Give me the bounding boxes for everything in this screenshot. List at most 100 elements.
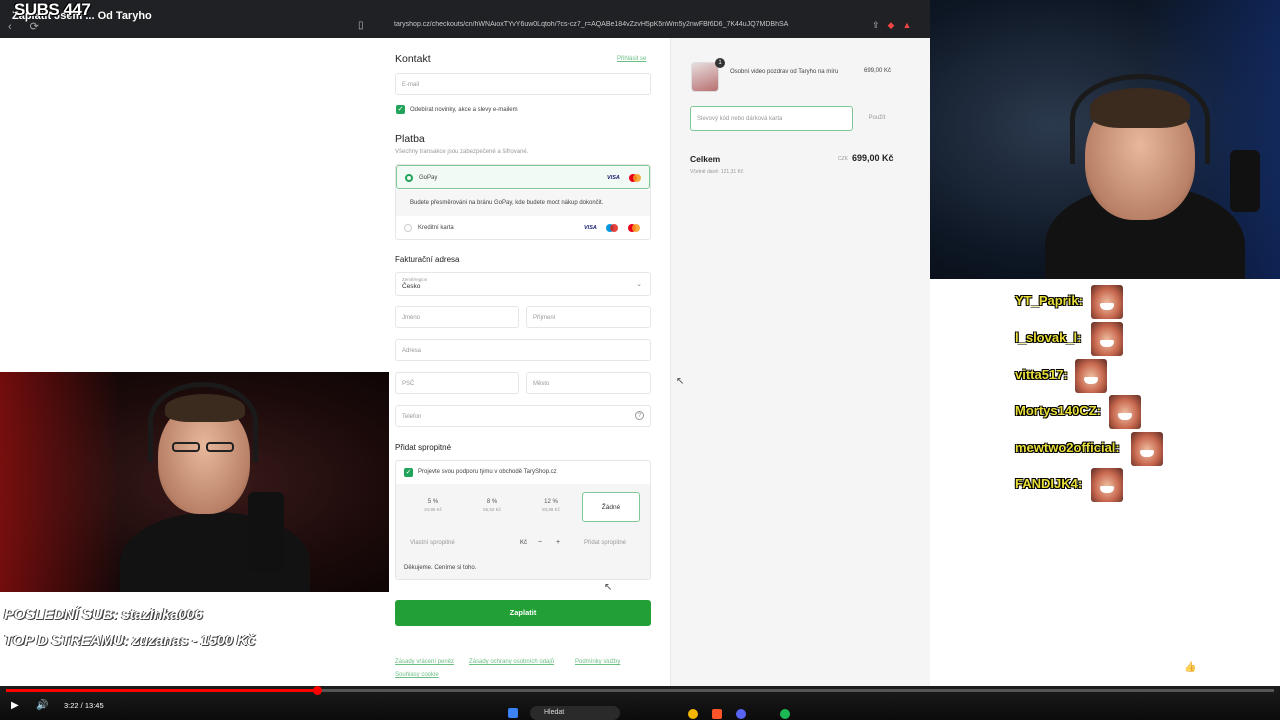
last-sub-text: POSLEDNÍ SUB: stazinka006 — [4, 606, 203, 623]
emote-icon — [1091, 468, 1123, 502]
brave-rewards-icon[interactable]: ▲ — [902, 20, 911, 30]
newsletter-checkbox[interactable]: ✓ — [396, 105, 405, 114]
play-icon[interactable]: ▶ — [11, 700, 19, 711]
emote-icon — [1075, 359, 1107, 393]
volume-icon[interactable]: 🔊 — [36, 700, 48, 711]
microphone-icon — [248, 492, 284, 572]
chat-username: l_slovak_l: — [1015, 330, 1082, 345]
tip-pct: 5 % — [427, 499, 439, 505]
product-thumbnail — [691, 62, 719, 92]
back-icon[interactable]: ‹ — [8, 21, 12, 33]
address-field[interactable]: Adresa — [395, 339, 651, 361]
bookmark-icon[interactable]: ▯ — [358, 20, 364, 31]
tip-heading: Přidat spropitné — [395, 443, 452, 452]
maestro-icon — [606, 224, 618, 232]
apply-button[interactable]: Použít — [857, 106, 897, 131]
cookie-link[interactable]: Souhlasy cookie — [395, 672, 439, 678]
like-icon[interactable]: 👍 — [1184, 662, 1206, 673]
payment-heading: Platba — [395, 133, 425, 145]
contact-heading: Kontakt — [395, 53, 431, 65]
item-price: 699,00 Kč — [864, 68, 892, 74]
country-select[interactable]: Země/region Česko ⌄ — [395, 272, 651, 296]
tip-thanks: Děkujeme. Ceníme si toho. — [404, 565, 477, 571]
pay-button[interactable]: Zaplatit — [395, 600, 651, 626]
gopay-radio[interactable] — [405, 174, 413, 182]
tip-checkbox[interactable]: ✓ — [404, 468, 413, 477]
tip-option-5[interactable]: 5 % 34,95 Kč — [404, 492, 462, 522]
tip-pct: 12 % — [544, 499, 558, 505]
emote-icon — [1091, 285, 1123, 319]
payment-subtitle: Všechny transakce jsou zabezpečené a šif… — [395, 149, 529, 155]
reload-icon[interactable]: ⟳ — [30, 21, 39, 33]
login-link[interactable]: Přihlásit se — [617, 56, 646, 62]
help-icon[interactable]: ? — [635, 411, 644, 420]
mastercard-icon — [629, 174, 641, 182]
currency-label: Kč — [520, 540, 528, 546]
refund-policy-link[interactable]: Zásady vrácení peněz — [395, 659, 454, 665]
card-label: Kreditní karta — [418, 225, 454, 231]
microphone-icon — [1230, 150, 1260, 212]
mastercard-icon — [628, 224, 640, 232]
tip-support-row[interactable]: ✓ Projevte svou podporu týmu v obchodě T… — [396, 461, 650, 483]
headset-icon — [1070, 74, 1210, 164]
progress-fill — [6, 689, 317, 692]
browser-actions: ⇪ ◆ ▲ — [872, 20, 919, 31]
chat-username: Mortys140CZ: — [1015, 403, 1101, 418]
billing-heading: Fakturační adresa — [395, 255, 460, 264]
chat-username: mewtwo2official: — [1015, 440, 1120, 455]
custom-tip-input[interactable]: Vlastní spropitné Kč − + — [404, 532, 562, 552]
emote-icon — [1091, 322, 1123, 356]
gopay-option[interactable]: GoPay VISA — [396, 165, 650, 189]
visa-icon: VISA — [584, 225, 597, 231]
discount-input[interactable]: Slevový kód nebo dárková karta — [690, 106, 853, 131]
progress-scrubber[interactable] — [313, 686, 322, 695]
add-tip-button[interactable]: Přidat spropitné — [584, 540, 626, 546]
tip-amount: 83,88 Kč — [542, 507, 560, 512]
tip-option-12[interactable]: 12 % 83,88 Kč — [522, 492, 580, 522]
share-icon[interactable]: ⇪ — [872, 20, 880, 30]
brave-icon[interactable] — [712, 709, 722, 719]
privacy-policy-link[interactable]: Zásady ochrany osobních údajů — [469, 659, 554, 665]
custom-tip-placeholder: Vlastní spropitné — [410, 540, 455, 546]
discord-icon[interactable] — [736, 709, 746, 719]
mouse-cursor: ↖ — [604, 582, 613, 593]
email-field[interactable]: E-mail — [395, 73, 651, 95]
windows-start-icon[interactable] — [508, 708, 518, 718]
gopay-info: Budete přesměrováni na bránu GoPay, kde … — [396, 190, 650, 216]
address-text: taryshop.cz/checkouts/cn/hWNAioxTYvY6uw0… — [394, 21, 789, 28]
city-field[interactable]: Město — [526, 372, 651, 394]
tip-option-8[interactable]: 8 % 55,92 Kč — [463, 492, 521, 522]
video-time: 3:22 / 13:45 — [64, 701, 104, 710]
stream-stats-overlay: POSLEDNÍ SUB: stazinka006 TOP D STREAMU:… — [4, 602, 256, 654]
chat-username: YT_Paprik: — [1015, 293, 1083, 308]
tip-options-panel: 5 % 34,95 Kč 8 % 55,92 Kč 12 % 83,88 Kč Žád… — [396, 484, 650, 579]
first-name-field[interactable]: Jméno — [395, 306, 519, 328]
glasses-icon — [206, 442, 234, 452]
taskbar-search[interactable]: Hledat — [530, 706, 620, 720]
last-name-field[interactable]: Příjmení — [526, 306, 651, 328]
tip-support-label: Projevte svou podporu týmu v obchodě Tar… — [418, 469, 557, 475]
card-option[interactable]: Kreditní karta VISA — [396, 217, 650, 239]
visa-icon: VISA — [607, 175, 620, 181]
chrome-icon[interactable] — [688, 709, 698, 719]
tip-box: ✓ Projevte svou podporu týmu v obchodě T… — [395, 460, 651, 580]
background-light — [0, 372, 120, 592]
tip-amount: 34,95 Kč — [424, 507, 442, 512]
chevron-down-icon: ⌄ — [636, 281, 642, 288]
spotify-icon[interactable] — [780, 709, 790, 719]
tip-option-none[interactable]: Žádné — [582, 492, 640, 522]
emote-icon — [1109, 395, 1141, 429]
plus-button[interactable]: + — [556, 539, 560, 546]
zip-field[interactable]: PSČ — [395, 372, 519, 394]
phone-field[interactable]: Telefon ? — [395, 405, 651, 427]
card-radio[interactable] — [404, 224, 412, 232]
brave-shield-icon[interactable]: ◆ — [888, 20, 895, 30]
address-bar[interactable]: taryshop.cz/checkouts/cn/hWNAioxTYvY6uw0… — [380, 21, 920, 35]
terms-link[interactable]: Podmínky služby — [575, 659, 620, 665]
chat-username: FANDIJK4: — [1015, 476, 1083, 491]
subs-counter: SUBS 447 — [14, 0, 91, 19]
chat-username: vitta517: — [1015, 367, 1068, 382]
total-label: Celkem — [690, 154, 721, 164]
minus-button[interactable]: − — [538, 539, 542, 546]
order-summary: 1 Osobní video pozdrav od Taryho na míru… — [670, 38, 930, 690]
